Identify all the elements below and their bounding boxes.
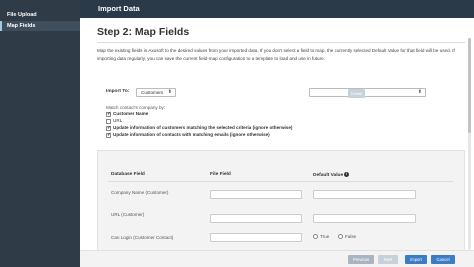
main-content: Step 2: Map Fields Map the existing fiel… (80, 18, 474, 267)
match-by-label: Match contact's company by: (106, 105, 166, 110)
intro-text: Map the existing fields in Axosoft to th… (97, 48, 455, 61)
file-field-select-can-login[interactable] (210, 233, 302, 242)
radio-true-row[interactable]: True (313, 234, 329, 239)
default-value-input-url[interactable] (313, 214, 416, 223)
radio-label: True (320, 234, 330, 239)
scrollbar-track[interactable] (468, 38, 471, 250)
footer-bar: Previous Next Import Cancel (80, 250, 474, 267)
checkbox-label: Update information of customers matching… (113, 125, 293, 130)
radio-label: False (345, 234, 357, 239)
sidebar-item-map-fields[interactable]: Map Fields (0, 21, 80, 31)
checkbox-update-customers-row[interactable]: Update information of customers matching… (106, 125, 292, 131)
field-label-url: URL (Customer) (111, 212, 145, 217)
file-field-select-company-name[interactable] (210, 190, 302, 199)
import-to-label: Import To: (106, 89, 130, 94)
previous-button[interactable]: Previous (348, 255, 374, 264)
checkbox-update-contacts-row[interactable]: Update information of contacts with matc… (106, 132, 270, 138)
radio-button[interactable] (338, 234, 343, 239)
sidebar-item-label: Map Fields (7, 23, 36, 29)
checkbox[interactable] (106, 125, 111, 131)
checkbox-label: Customer Name (113, 111, 149, 116)
divider (97, 42, 465, 43)
file-field-select-url[interactable] (210, 214, 302, 223)
window-title: Import Data (80, 0, 474, 18)
import-to-select[interactable]: Customers ⬍ (136, 88, 176, 97)
chevron-updown-icon: ⬍ (417, 89, 422, 95)
import-to-value: Customers (141, 90, 164, 95)
checkbox-label: URL (113, 118, 123, 123)
radio-button[interactable] (313, 234, 318, 239)
checkbox-customer-name-row[interactable]: Customer Name (106, 111, 148, 117)
default-value-input-company-name[interactable] (313, 190, 416, 199)
chevron-updown-icon: ⬍ (167, 89, 172, 95)
column-header-file-field: File Field (210, 172, 231, 177)
field-label-can-login: Can Login (Customer Contact) (111, 235, 174, 240)
import-button[interactable]: Import (405, 255, 427, 264)
default-value-label: Default Value (313, 172, 344, 178)
field-label-company-name: Company Name (Customer) (111, 190, 169, 195)
radio-false-row[interactable]: False (338, 234, 356, 239)
row-divider (108, 181, 453, 182)
next-button[interactable]: Next (378, 255, 398, 264)
sidebar: File Upload Map Fields (0, 0, 80, 267)
column-header-default-value: Default Value i (313, 172, 350, 178)
column-header-database-field: Database Field (111, 172, 145, 177)
template-select[interactable]: ⬍ (309, 88, 426, 97)
checkbox-label: Update information of contacts with matc… (113, 132, 270, 137)
cancel-button[interactable]: Cancel (431, 255, 455, 264)
page-title: Step 2: Map Fields (97, 26, 190, 38)
checkbox-url-row[interactable]: URL (106, 118, 122, 124)
scrollbar-thumb[interactable] (468, 38, 471, 133)
checkbox[interactable] (106, 132, 111, 138)
checkbox[interactable] (106, 111, 111, 117)
info-icon[interactable]: i (344, 172, 350, 177)
sidebar-item-file-upload[interactable]: File Upload (0, 10, 80, 20)
checkbox[interactable] (106, 118, 111, 124)
delete-template-button[interactable]: Delete (348, 89, 365, 98)
sidebar-item-label: File Upload (7, 12, 37, 18)
